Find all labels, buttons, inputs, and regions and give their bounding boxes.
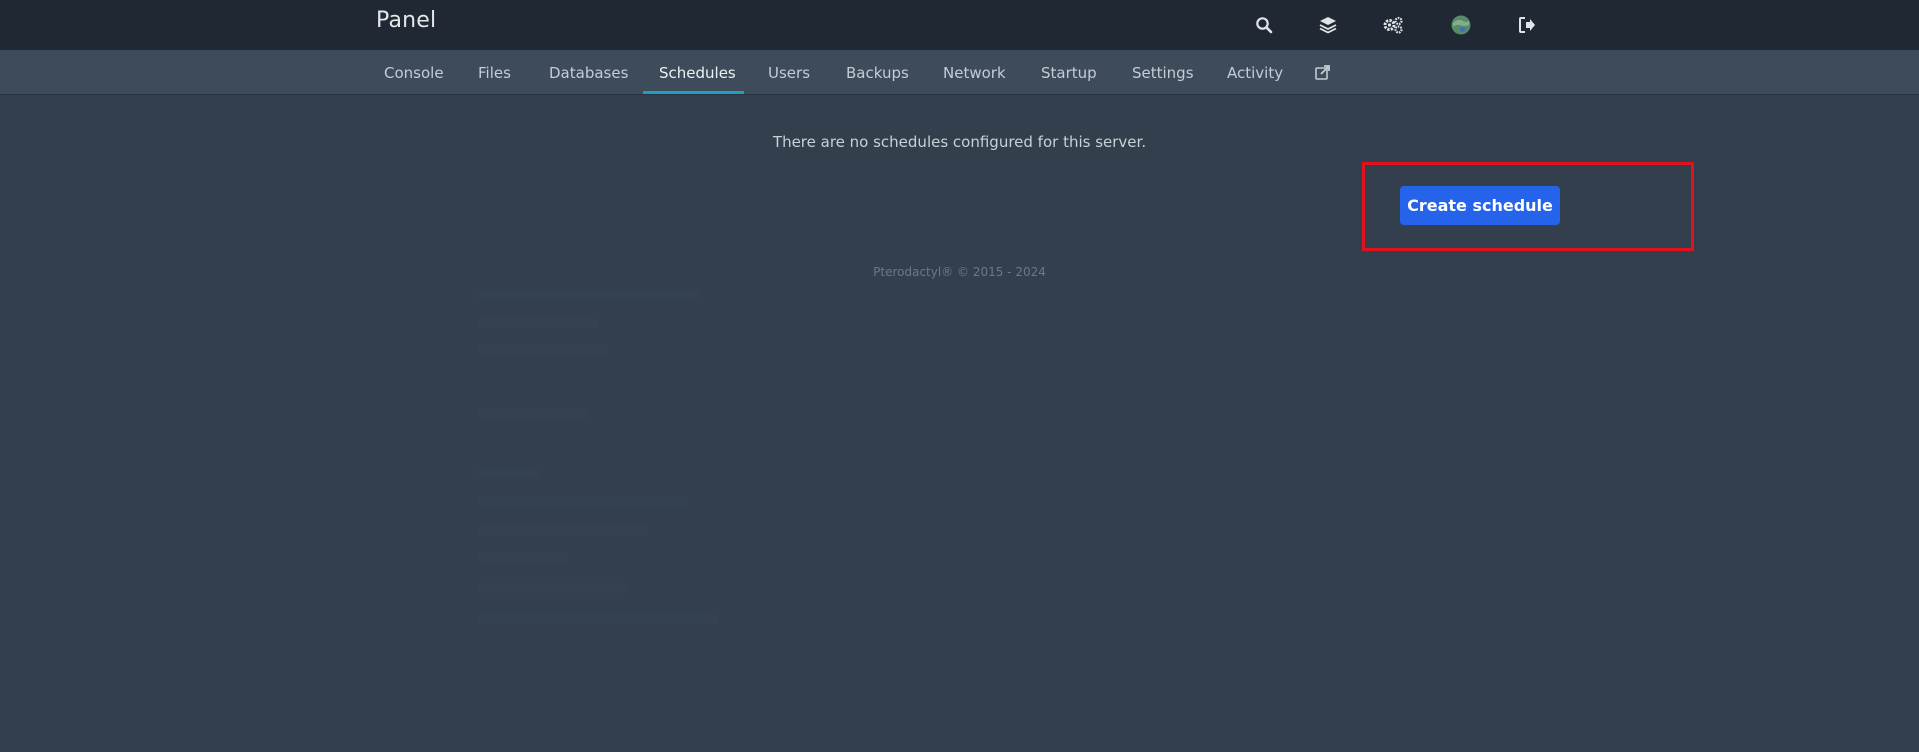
- ghost-line: [478, 496, 688, 506]
- empty-schedules-message: There are no schedules configured for th…: [772, 133, 1147, 151]
- active-tab-indicator: [643, 91, 744, 94]
- tab-schedules[interactable]: Schedules: [659, 50, 736, 95]
- tab-network[interactable]: Network: [943, 50, 1006, 95]
- external-link-icon[interactable]: [1315, 50, 1330, 95]
- ghost-line: [478, 525, 648, 535]
- ghost-line: [478, 345, 608, 355]
- ghost-line: [478, 614, 718, 624]
- ghost-line: [478, 553, 568, 563]
- ghost-line: [478, 468, 538, 478]
- footer-copyright: Pterodactyl® © 2015 - 2024: [873, 265, 1046, 279]
- top-navbar: Panel: [0, 0, 1919, 50]
- layers-icon[interactable]: [1315, 12, 1341, 38]
- tab-settings[interactable]: Settings: [1132, 50, 1194, 95]
- cogs-icon[interactable]: [1380, 12, 1406, 38]
- tab-databases[interactable]: Databases: [549, 50, 628, 95]
- avatar[interactable]: [1448, 12, 1474, 38]
- tab-files[interactable]: Files: [478, 50, 511, 95]
- tab-users[interactable]: Users: [768, 50, 810, 95]
- tab-startup[interactable]: Startup: [1041, 50, 1097, 95]
- server-subnav: Console Files Databases Schedules Users …: [0, 50, 1919, 95]
- ghost-line: [478, 583, 628, 593]
- tab-backups[interactable]: Backups: [846, 50, 909, 95]
- search-icon[interactable]: [1251, 12, 1277, 38]
- ghost-line: [478, 290, 698, 300]
- create-schedule-button[interactable]: Create schedule: [1400, 186, 1560, 225]
- tab-console[interactable]: Console: [384, 50, 444, 95]
- ghost-line: [478, 408, 588, 418]
- tab-activity[interactable]: Activity: [1227, 50, 1283, 95]
- app-brand[interactable]: Panel: [376, 8, 436, 33]
- ghost-line: [478, 318, 598, 328]
- sign-out-icon[interactable]: [1514, 12, 1540, 38]
